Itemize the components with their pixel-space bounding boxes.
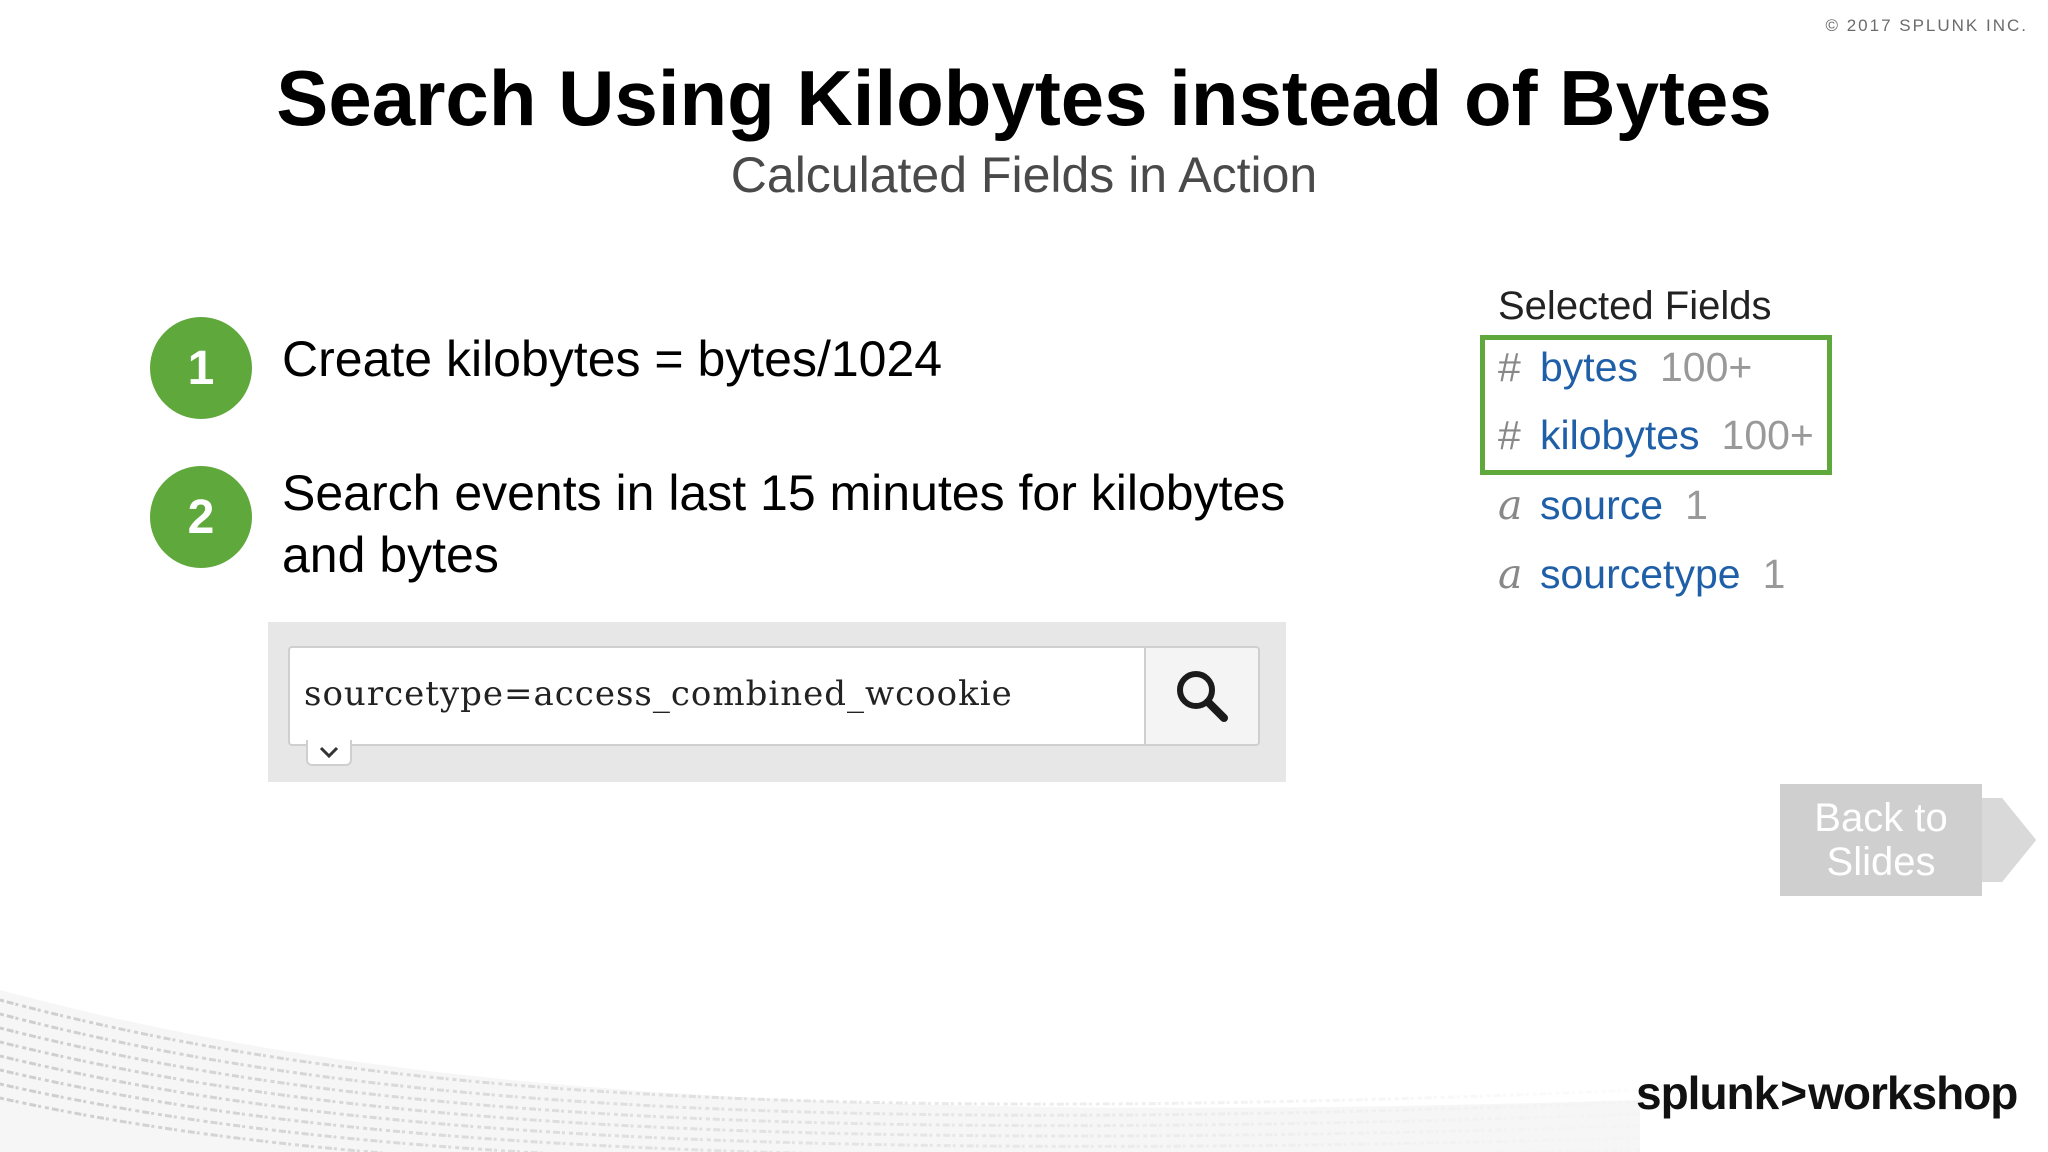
numeric-type-icon: # — [1498, 412, 1521, 458]
string-type-icon: a — [1498, 481, 1523, 529]
data-texture-background — [0, 980, 1640, 1152]
field-count: 1 — [1685, 482, 1708, 528]
back-to-slides-label: Back to Slides — [1814, 796, 1948, 884]
step-2-text: Search events in last 15 minutes for kil… — [282, 465, 1286, 583]
field-name: bytes — [1540, 344, 1638, 390]
chevron-down-icon — [319, 746, 339, 758]
search-assistant-toggle[interactable] — [306, 740, 352, 766]
search-button[interactable] — [1144, 646, 1260, 746]
step-1-text: Create kilobytes = bytes/1024 — [282, 331, 943, 387]
selected-fields-title: Selected Fields — [1498, 284, 1772, 328]
numeric-type-icon: # — [1498, 344, 1521, 390]
field-name: source — [1540, 482, 1664, 528]
field-count: 1 — [1762, 551, 1786, 597]
field-row-kilobytes[interactable]: # kilobytes 100+ — [1498, 412, 1814, 459]
step-2-badge: 2 — [150, 466, 252, 568]
field-row-sourcetype[interactable]: a sourcetype 1 — [1498, 550, 1785, 598]
search-icon — [1177, 671, 1228, 722]
search-query-text: sourcetype=access_combined_wcookie — [304, 674, 1013, 714]
search-panel: sourcetype=access_combined_wcookie — [268, 622, 1286, 782]
string-type-icon: a — [1498, 550, 1523, 598]
back-to-slides-button[interactable]: Back to Slides — [1780, 784, 2040, 896]
field-name: sourcetype — [1540, 551, 1741, 597]
step-1-badge: 1 — [150, 317, 252, 419]
field-count: 100+ — [1660, 344, 1753, 390]
slide-subtitle: Calculated Fields in Action — [730, 147, 1318, 203]
search-input[interactable]: sourcetype=access_combined_wcookie — [288, 646, 1146, 746]
copyright: © 2017 SPLUNK INC. — [1825, 16, 2028, 35]
field-count: 100+ — [1721, 412, 1814, 458]
field-name: kilobytes — [1540, 412, 1700, 458]
slide-title: Search Using Kilobytes instead of Bytes — [276, 54, 1772, 142]
field-row-source[interactable]: a source 1 — [1498, 481, 1708, 529]
splunk-workshop-logo: splunk>workshop — [1636, 1067, 2018, 1119]
field-row-bytes[interactable]: # bytes 100+ — [1498, 344, 1752, 391]
